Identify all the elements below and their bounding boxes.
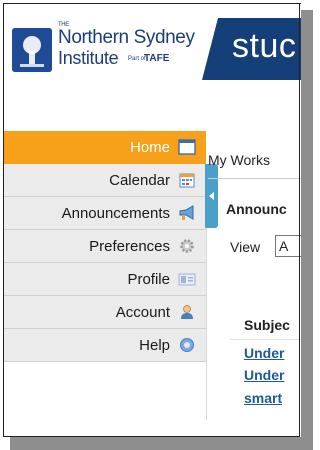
announcement-link[interactable]: Under [244, 345, 284, 361]
megaphone-icon [178, 205, 196, 221]
sidebar-item-label: Preferences [89, 237, 170, 255]
view-label: View [230, 239, 261, 255]
screenshot-frame: THE Northern Sydney Institute Part of TA… [3, 3, 301, 437]
header: THE Northern Sydney Institute Part of TA… [4, 4, 301, 131]
frame-edge-bottom [3, 436, 300, 437]
id-card-icon [178, 271, 196, 287]
institute-logo[interactable]: THE Northern Sydney Institute Part of TA… [10, 22, 205, 74]
gear-icon [178, 238, 196, 254]
window-shadow-bottom [10, 436, 313, 450]
sidebar-item-home[interactable]: Home [4, 131, 206, 164]
logo-the: THE [58, 22, 69, 28]
logo-name-line1: THE Northern Sydney [58, 22, 195, 49]
user-icon [178, 304, 196, 320]
tab-divider [208, 178, 301, 179]
sidebar-item-label: Help [139, 336, 170, 354]
announcements-heading: Announc [226, 201, 287, 217]
institute-seal-icon [12, 28, 52, 72]
announcement-link[interactable]: smart [244, 390, 282, 406]
main-content: My Works Announc View A Subjec Under Und… [208, 131, 301, 421]
frame-edge-right [299, 3, 300, 437]
tab-my-workspace[interactable]: My Works [208, 152, 270, 168]
view-select[interactable]: A [275, 235, 301, 257]
portal-banner: stuc [202, 18, 301, 80]
window-icon [178, 139, 196, 155]
sidebar-item-announcements[interactable]: Announcements [4, 197, 206, 230]
sidebar-nav: Home Calendar Announcements Preferences … [4, 131, 206, 421]
sidebar-item-calendar[interactable]: Calendar [4, 164, 206, 197]
sidebar-item-label: Calendar [109, 171, 170, 189]
logo-tafe: TAFE [144, 53, 170, 64]
banner-title: stuc [232, 27, 297, 65]
sidebar-item-label: Account [115, 303, 170, 321]
sidebar-item-help[interactable]: Help [4, 329, 206, 362]
sidebar-item-account[interactable]: Account [4, 296, 206, 329]
chevron-left-icon [209, 192, 214, 200]
subject-column-header[interactable]: Subjec [244, 317, 301, 333]
help-icon [178, 337, 196, 353]
sidebar-item-preferences[interactable]: Preferences [4, 230, 206, 263]
sidebar-item-label: Announcements [61, 204, 170, 222]
sidebar-item-label: Profile [127, 270, 170, 288]
announcement-link[interactable]: Under [244, 367, 284, 383]
row-divider [230, 339, 301, 340]
sidebar-item-label: Home [129, 138, 170, 156]
logo-line1-text: Northern Sydney [58, 27, 195, 48]
calendar-icon [178, 172, 196, 188]
collapse-sidebar-handle[interactable] [205, 164, 218, 228]
logo-name-line2: Institute [58, 48, 119, 68]
sidebar-item-profile[interactable]: Profile [4, 263, 206, 296]
window-shadow-right [300, 10, 313, 450]
